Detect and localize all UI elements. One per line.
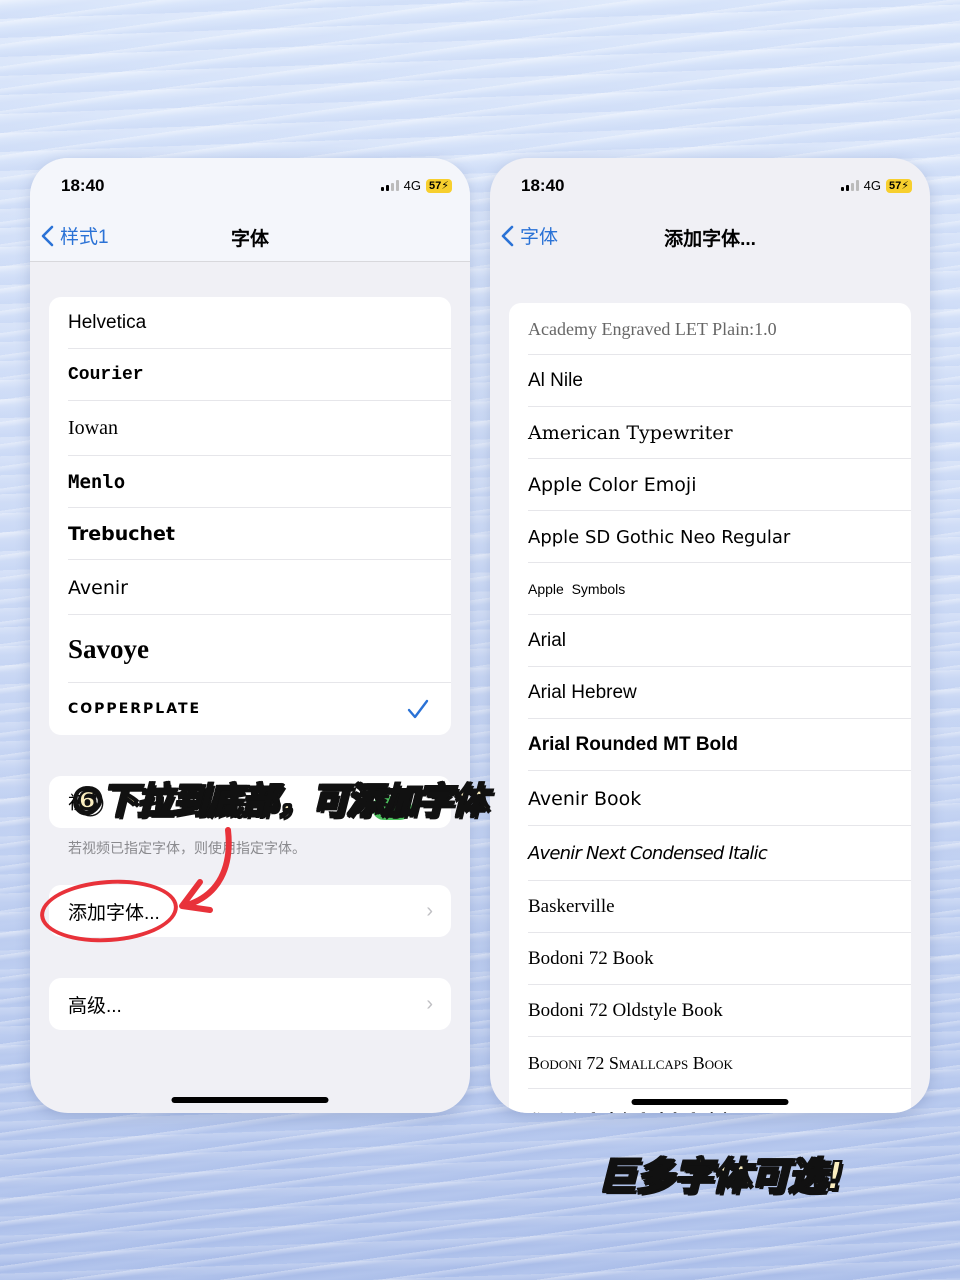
font-option-menlo[interactable]: Menlo — [49, 456, 451, 508]
page-title: 字体 — [230, 229, 269, 250]
font-name: Bodoni 72 Smallcaps Book — [528, 1052, 733, 1073]
font-name: Baskerville — [528, 896, 615, 917]
nav-bar: 样式1 字体 — [30, 212, 470, 262]
font-name: Arial Rounded MT Bold — [528, 734, 739, 755]
font-option-iowan[interactable]: Iowan — [49, 401, 451, 456]
home-indicator[interactable] — [631, 1099, 789, 1105]
advanced-label: 高级... — [68, 995, 122, 1017]
font-option[interactable]: Academy Engraved LET Plain:1.0 — [509, 303, 911, 355]
font-name: Bodoni 72 Book — [528, 948, 654, 969]
nav-bar: 字体 添加字体... — [490, 212, 930, 262]
phone-screen-add-font: 18:40 4G 57⚡ 字体 添加字体... Academy Engraved… — [490, 158, 930, 1113]
font-option[interactable]: Apple Color Emoji — [509, 459, 911, 511]
font-name: Trebuchet — [68, 523, 176, 545]
advanced-button[interactable]: 高级... › — [49, 978, 451, 1030]
font-name: Copperplate — [68, 701, 202, 717]
battery-icon: 57⚡ — [886, 178, 912, 193]
font-option[interactable]: Bodoni 72 Smallcaps Book — [509, 1037, 911, 1089]
advanced-group: 高级... › — [49, 978, 451, 1030]
network-label: 4G — [863, 178, 882, 193]
status-bar: 18:40 4G 57⚡ — [490, 158, 930, 212]
chevron-right-icon: › — [426, 992, 433, 1015]
font-option-courier[interactable]: Courier — [49, 349, 451, 401]
home-indicator[interactable] — [171, 1097, 329, 1103]
checkmark-icon — [407, 699, 429, 719]
font-name: Academy Engraved LET Plain:1.0 — [528, 318, 777, 339]
font-option[interactable]: Bodoni 72 Book — [509, 933, 911, 985]
available-font-list: Academy Engraved LET Plain:1.0 Al Nile A… — [509, 303, 911, 1113]
arrow-annotation-icon — [179, 827, 232, 913]
font-name: Arial — [528, 630, 567, 651]
font-option[interactable]: Baskerville — [509, 881, 911, 933]
font-option[interactable]: Apple Symbols — [509, 563, 911, 615]
network-label: 4G — [403, 178, 422, 193]
font-option[interactable]: Apple SD Gothic Neo Regular — [509, 511, 911, 563]
font-name: Apple Symbols — [528, 581, 626, 597]
font-name: Al Nile — [528, 370, 583, 391]
font-name: Apple SD Gothic Neo Regular — [528, 526, 791, 548]
font-option[interactable]: Arial Hebrew — [509, 667, 911, 719]
status-indicators: 4G 57⚡ — [380, 178, 452, 193]
font-option-avenir[interactable]: Avenir — [49, 560, 451, 615]
page-title: 添加字体... — [664, 229, 756, 250]
font-option[interactable]: Arial — [509, 615, 911, 667]
status-bar: 18:40 4G 57⚡ — [30, 158, 470, 212]
signal-icon — [380, 180, 399, 191]
font-name: Bodoni 72 Oldstyle Book — [528, 1000, 723, 1021]
font-name: Savoye — [68, 633, 149, 664]
phone-screen-fonts: 18:40 4G 57⚡ 样式1 字体 Helvetica Courier Io… — [30, 158, 470, 1113]
font-option[interactable]: Bodoni 72 Oldstyle Book — [509, 985, 911, 1037]
font-name: Apple Color Emoji — [528, 474, 697, 496]
font-name: Menlo — [68, 471, 126, 493]
bottom-caption: 巨多字体可选! — [597, 1153, 844, 1199]
font-option[interactable]: Arial Rounded MT Bold — [509, 719, 911, 771]
font-option[interactable]: American Typewriter — [509, 407, 911, 459]
font-name: Courier — [68, 365, 144, 385]
battery-level: 57 — [429, 179, 442, 192]
chevron-right-icon: › — [426, 899, 433, 922]
battery-level: 57 — [889, 179, 902, 192]
status-time: 18:40 — [61, 176, 105, 195]
font-name: Arial Hebrew — [528, 682, 637, 703]
battery-icon: 57⚡ — [426, 178, 452, 193]
status-indicators: 4G 57⚡ — [840, 178, 912, 193]
font-option[interactable]: Al Nile — [509, 355, 911, 407]
font-name: American Typewriter — [528, 422, 733, 444]
status-time: 18:40 — [521, 176, 565, 195]
signal-icon — [840, 180, 859, 191]
font-option-savoye[interactable]: Savoye — [49, 615, 451, 683]
font-name: Avenir Next Condensed Italic — [528, 843, 768, 864]
font-option[interactable]: Avenir Book — [509, 771, 911, 826]
font-option-helvetica[interactable]: Helvetica — [49, 297, 451, 349]
step-caption: ⑥下拉到底部，可添加字体 — [71, 780, 488, 823]
font-name: ❦❧✿❀ ♧ ✽❋ ♧ ✾❁ ♧ ✻✼ — [528, 1109, 911, 1113]
font-name: Helvetica — [68, 312, 147, 333]
font-name: Iowan — [68, 417, 118, 439]
font-option[interactable]: Avenir Next Condensed Italic — [509, 826, 911, 881]
font-option-trebuchet[interactable]: Trebuchet — [49, 508, 451, 560]
font-option-copperplate[interactable]: Copperplate — [49, 683, 451, 735]
font-list: Helvetica Courier Iowan Menlo Trebuchet … — [49, 297, 451, 735]
font-name: Avenir — [68, 576, 128, 599]
font-name: Avenir Book — [528, 787, 642, 810]
